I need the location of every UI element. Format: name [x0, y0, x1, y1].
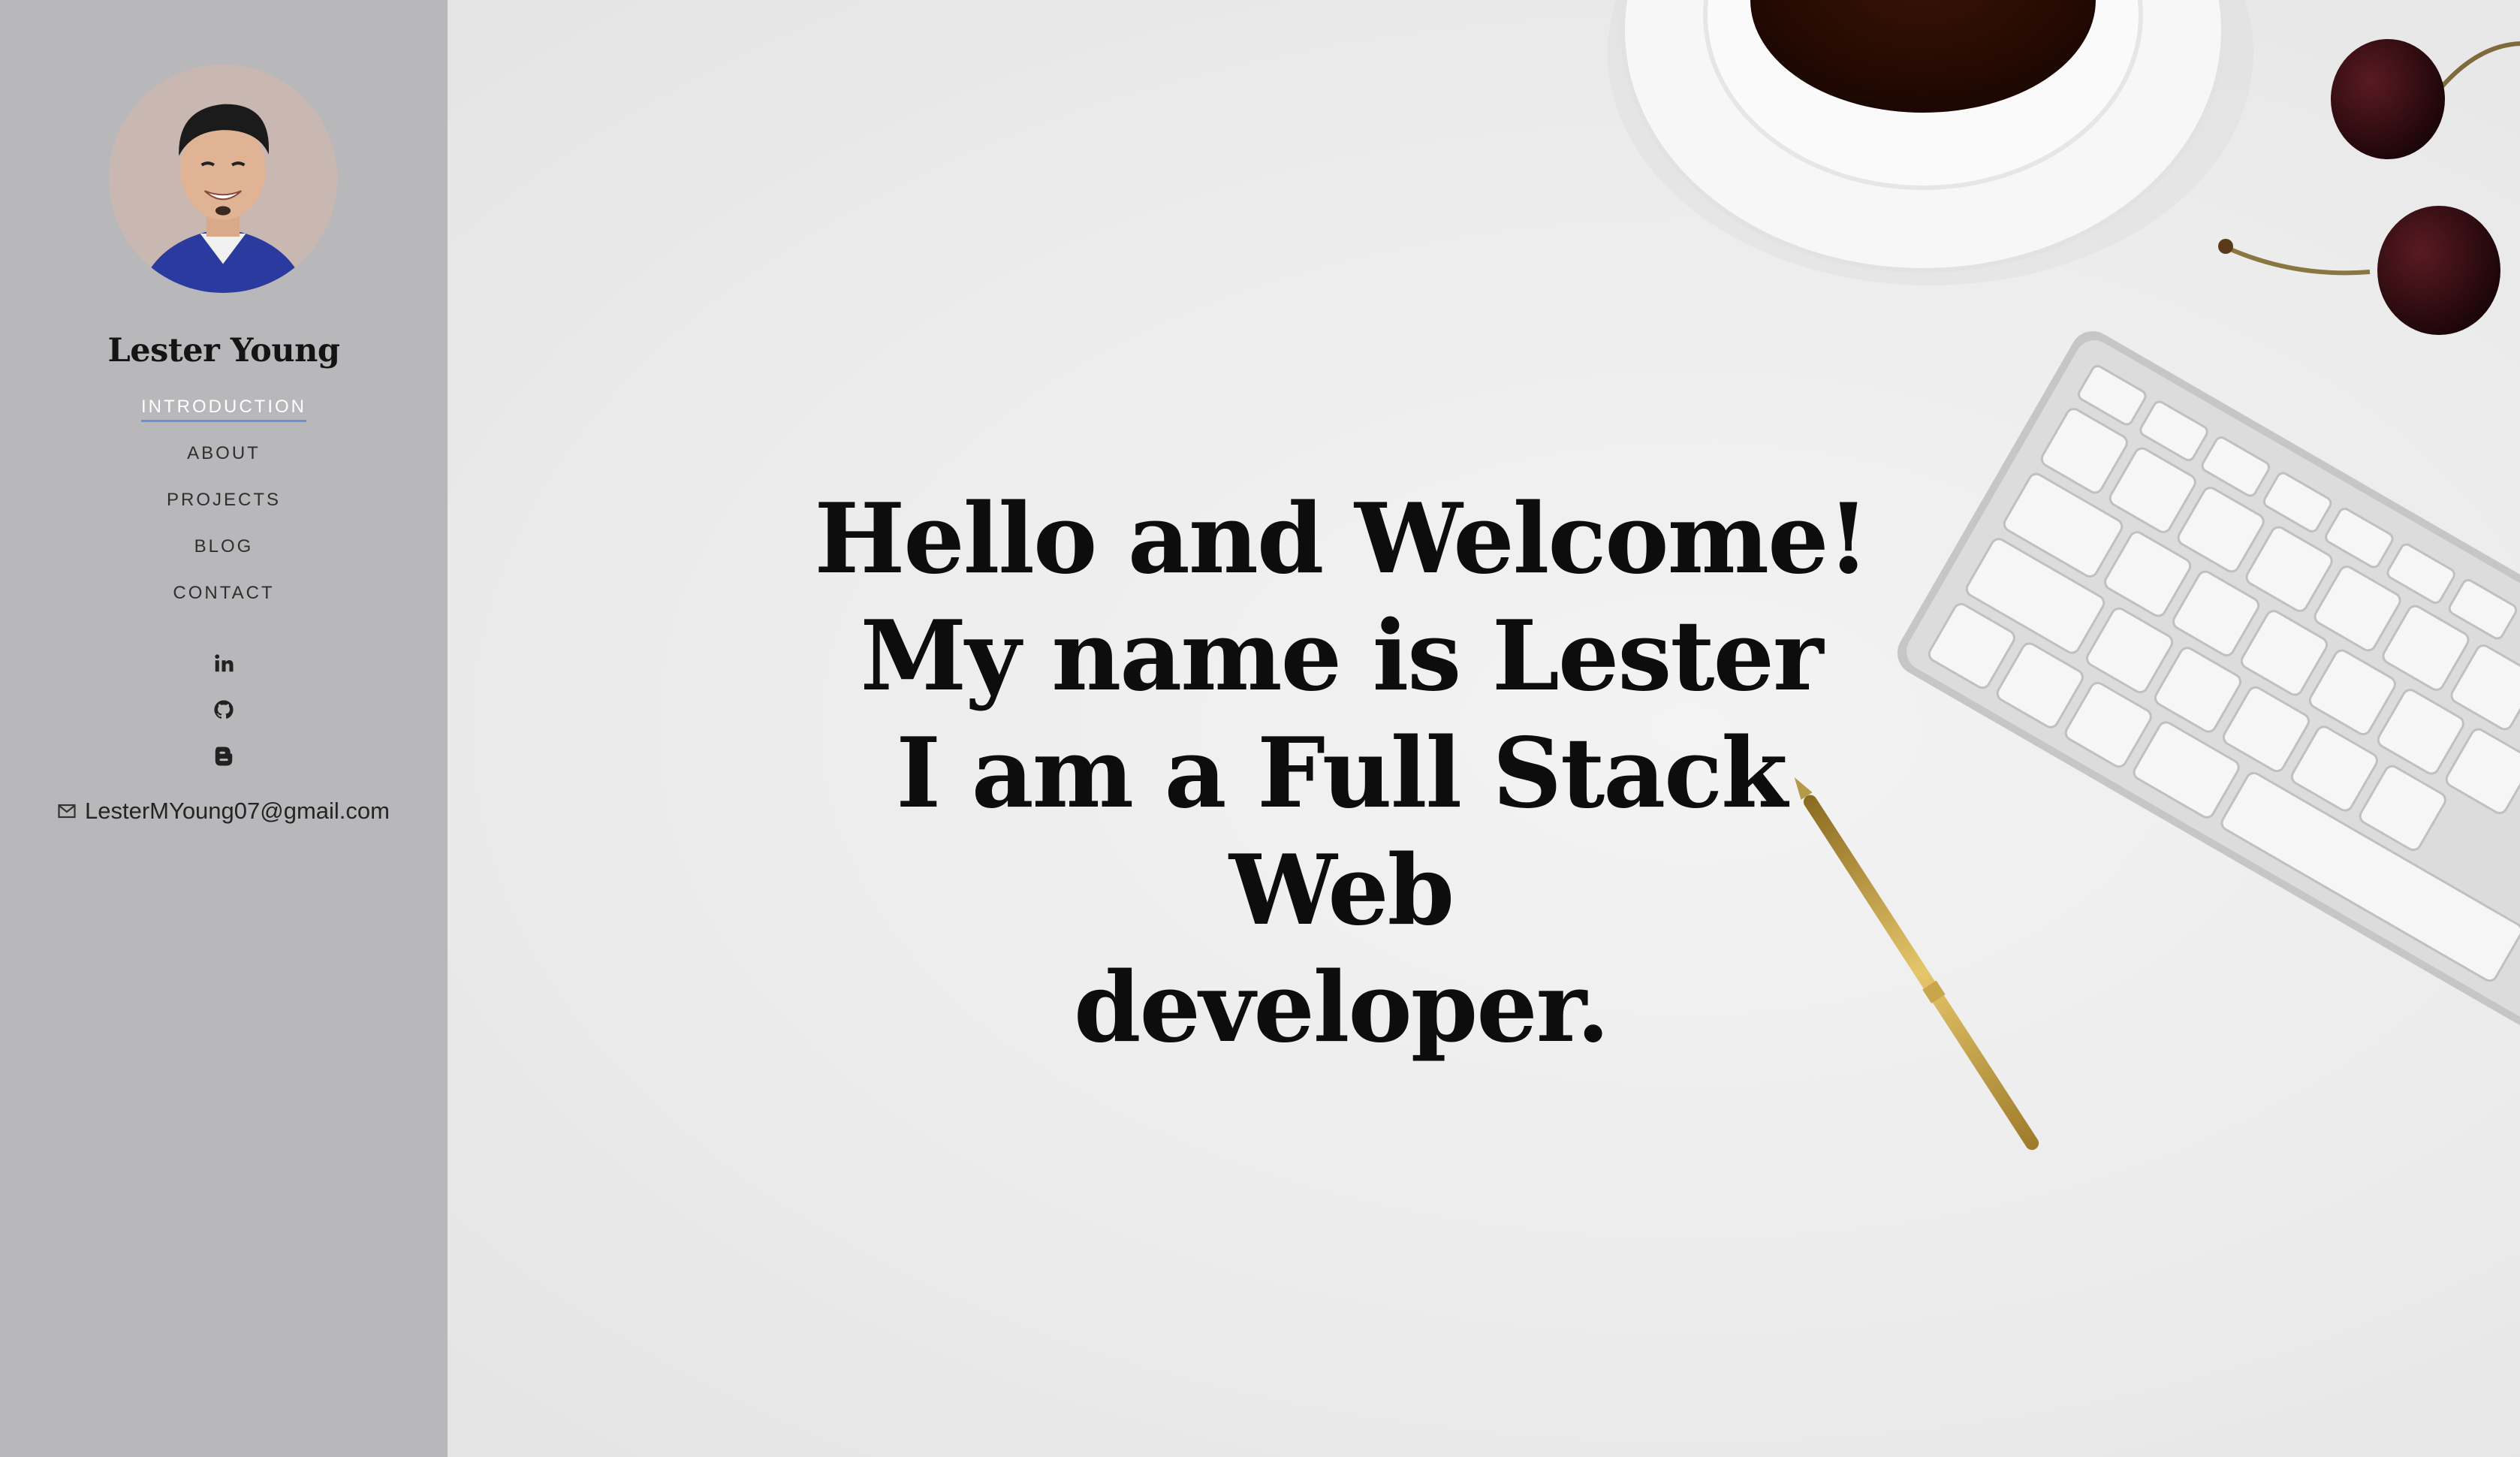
avatar	[109, 65, 337, 293]
headline-line: Hello and Welcome!	[814, 483, 1869, 596]
nav-item-contact[interactable]: CONTACT	[0, 578, 448, 625]
hero-headline: Hello and Welcome! My name is Lester I a…	[770, 481, 1912, 1066]
nav-item-introduction[interactable]: INTRODUCTION	[0, 392, 448, 439]
nav-item-label[interactable]: PROJECTS	[167, 490, 281, 513]
github-icon[interactable]	[213, 698, 235, 721]
headline-line: I am a Full Stack Web	[896, 717, 1788, 947]
blogger-icon[interactable]	[213, 745, 235, 768]
nav-item-label[interactable]: BLOG	[194, 536, 254, 560]
profile-photo	[109, 65, 337, 293]
main-nav: INTRODUCTION ABOUT PROJECTS BLOG CONTACT	[0, 392, 448, 625]
nav-item-blog[interactable]: BLOG	[0, 532, 448, 578]
cherries-image	[2218, 39, 2520, 335]
keyboard-image	[1897, 330, 2520, 1104]
nav-item-label[interactable]: CONTACT	[173, 583, 274, 606]
email-link[interactable]: LesterMYoung07@gmail.com	[0, 798, 448, 825]
mail-icon	[58, 804, 76, 819]
headline-line: developer.	[1074, 952, 1610, 1064]
social-links	[0, 652, 448, 792]
linkedin-icon[interactable]	[213, 652, 235, 674]
sidebar: Lester Young INTRODUCTION ABOUT PROJECTS…	[0, 0, 448, 1457]
nav-item-label[interactable]: INTRODUCTION	[141, 397, 306, 422]
nav-item-projects[interactable]: PROJECTS	[0, 485, 448, 532]
nav-item-label[interactable]: ABOUT	[187, 443, 261, 466]
nav-item-about[interactable]: ABOUT	[0, 439, 448, 485]
coffee-cup-image	[1608, 0, 2253, 285]
headline-line: My name is Lester	[860, 600, 1824, 713]
site-name[interactable]: Lester Young	[0, 332, 448, 370]
hero-section: Hello and Welcome! My name is Lester I a…	[448, 0, 2520, 1457]
email-address[interactable]: LesterMYoung07@gmail.com	[85, 798, 390, 825]
